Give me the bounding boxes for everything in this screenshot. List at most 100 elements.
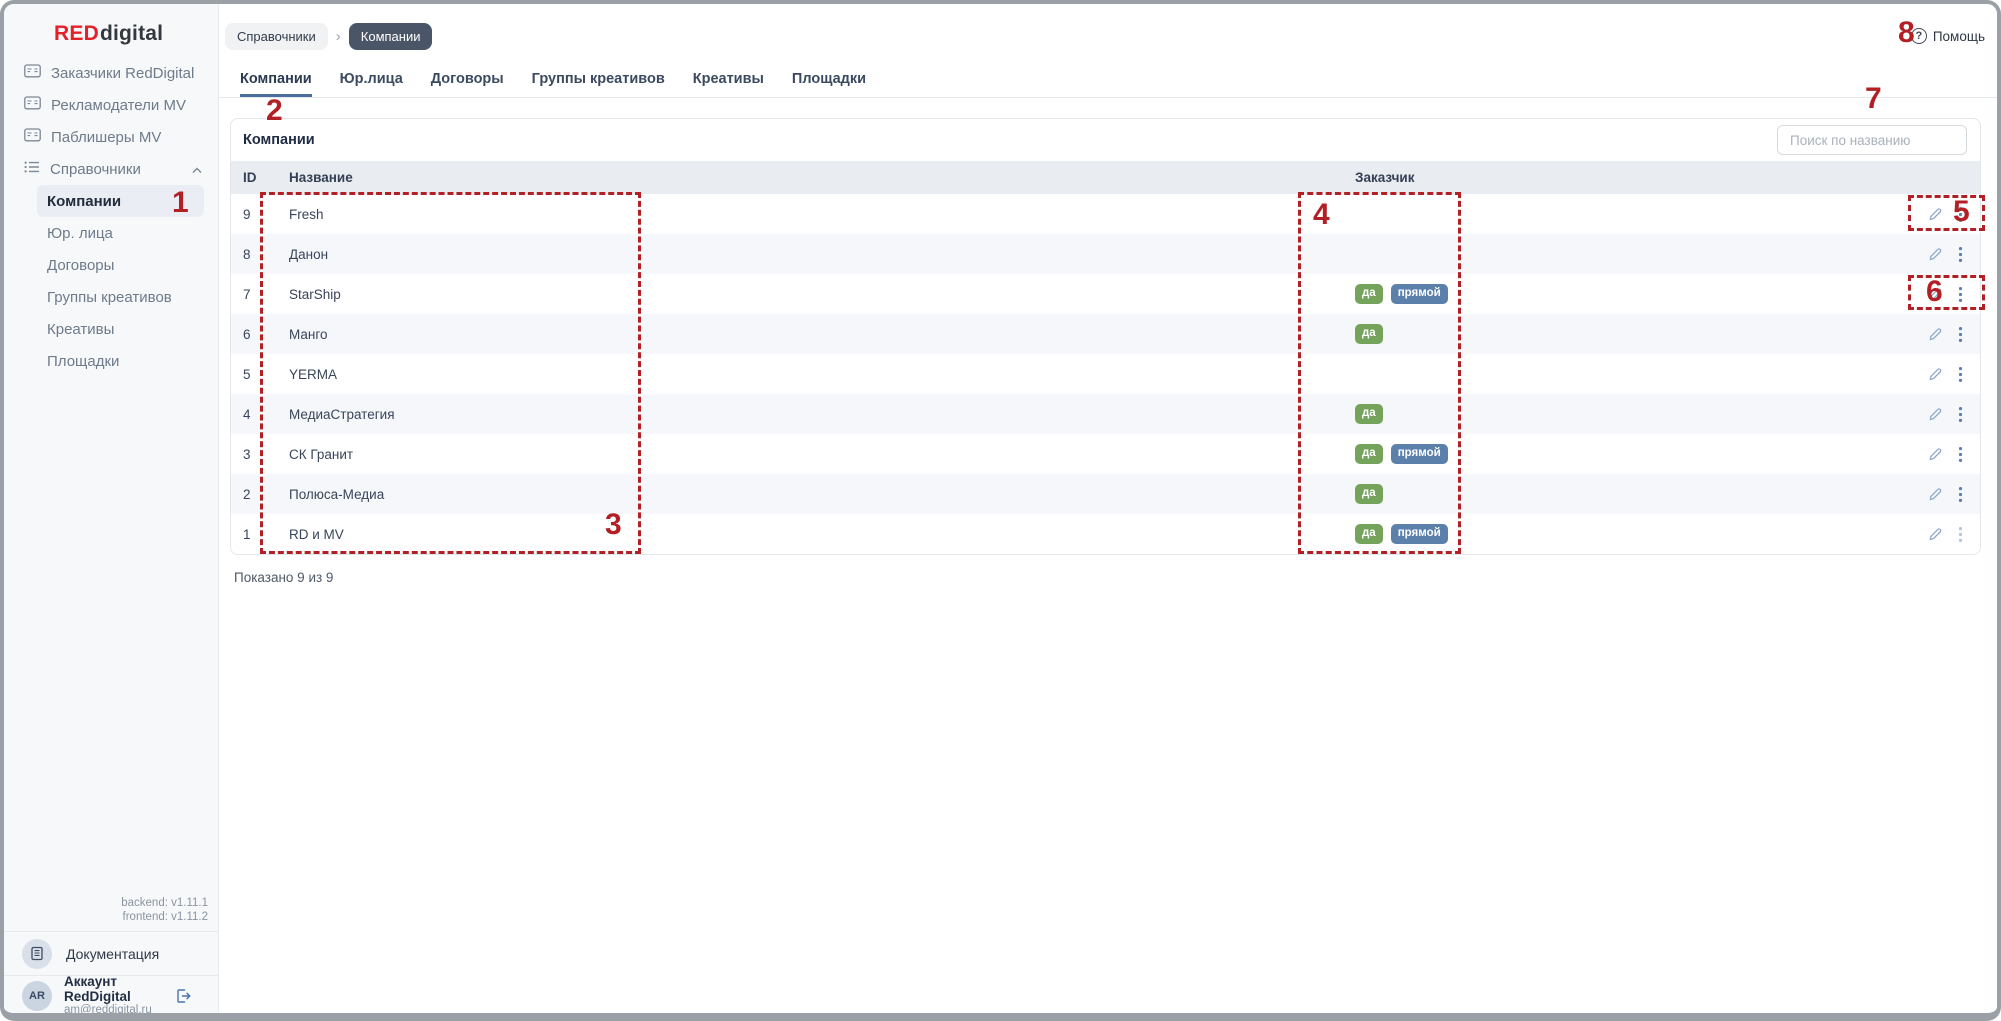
table-row: 1 RD и MV да прямой <box>231 514 1980 554</box>
row-actions <box>1927 446 1980 463</box>
tab-gruppy-kreativov[interactable]: Группы креативов <box>532 64 665 97</box>
badge-yes: да <box>1355 524 1383 544</box>
breadcrumb-spravochniki[interactable]: Справочники <box>225 22 328 50</box>
row-name: RD и MV <box>289 526 344 542</box>
badge-yes: да <box>1355 404 1383 424</box>
row-menu-icon[interactable] <box>1958 286 1963 303</box>
tab-ploshchadki[interactable]: Площадки <box>792 64 866 97</box>
sidebar-item-label: Площадки <box>47 352 120 370</box>
row-menu-icon[interactable] <box>1958 246 1963 263</box>
list-icon <box>24 160 40 178</box>
badge-yes: да <box>1355 284 1383 304</box>
logo-red: RED <box>54 22 99 45</box>
row-name: МедиаСтратегия <box>289 406 395 422</box>
table-header: ID Название Заказчик <box>231 161 1980 194</box>
table-row: 6 Манго да <box>231 314 1980 354</box>
sidebar: REDdigital Заказчики RedDigital Рекламод… <box>4 4 219 1013</box>
backend-version: backend: v1.11.1 <box>121 897 208 909</box>
tab-kompanii[interactable]: Компании <box>240 64 312 97</box>
sidebar-item-kreativy[interactable]: Креативы <box>4 313 218 345</box>
row-id: 2 <box>243 486 251 502</box>
table-row: 3 СК Гранит да прямой <box>231 434 1980 474</box>
breadcrumb-kompanii[interactable]: Компании <box>348 22 433 50</box>
logo: REDdigital <box>54 22 163 46</box>
row-actions <box>1927 246 1980 263</box>
logout-icon[interactable] <box>175 988 192 1004</box>
logo-digital: digital <box>99 22 164 45</box>
topbar: Справочники Компании Помощь <box>225 22 1985 50</box>
sidebar-item-ploshchadki[interactable]: Площадки <box>4 345 218 377</box>
edit-icon[interactable] <box>1927 486 1943 502</box>
sidebar-item-label: Заказчики RedDigital <box>51 64 195 82</box>
row-menu-icon[interactable] <box>1958 446 1963 463</box>
sidebar-item-label: Справочники <box>50 160 141 178</box>
account-name: Аккаунт RedDigital <box>64 974 131 1004</box>
row-actions <box>1927 486 1980 503</box>
sidebar-item-gruppy-kreativov[interactable]: Группы креативов <box>4 281 218 313</box>
table-row: 8 Данон <box>231 234 1980 274</box>
row-actions <box>1927 206 1980 223</box>
row-id: 5 <box>243 366 251 382</box>
sidebar-item-dogovory[interactable]: Договоры <box>4 249 218 281</box>
documentation-link[interactable]: Документация <box>4 931 218 975</box>
row-id: 7 <box>243 286 251 302</box>
breadcrumb-chevron-icon <box>336 28 341 45</box>
document-icon <box>22 938 52 969</box>
row-id: 6 <box>243 326 251 342</box>
edit-icon[interactable] <box>1927 406 1943 422</box>
sidebar-item-pablishery[interactable]: Паблишеры MV <box>4 121 218 153</box>
search-input[interactable] <box>1777 125 1967 155</box>
column-header-name: Название <box>289 170 353 185</box>
row-name: Fresh <box>289 206 324 222</box>
sidebar-item-spravochniki[interactable]: Справочники <box>4 153 218 185</box>
row-id: 3 <box>243 446 251 462</box>
row-name: StarShip <box>289 286 341 302</box>
edit-icon[interactable] <box>1927 526 1943 542</box>
column-header-customer: Заказчик <box>1355 170 1415 185</box>
tab-dogovory[interactable]: Договоры <box>431 64 504 97</box>
table-row: 9 Fresh <box>231 194 1980 234</box>
sidebar-item-yur-lica[interactable]: Юр. лица <box>4 217 218 249</box>
breadcrumb-label: Справочники <box>237 28 316 44</box>
row-menu-icon[interactable] <box>1958 486 1963 503</box>
help-button[interactable]: Помощь <box>1910 28 1985 44</box>
edit-icon[interactable] <box>1927 206 1943 222</box>
row-customer-badges: да <box>1355 324 1927 344</box>
edit-icon[interactable] <box>1927 286 1943 302</box>
table-row: 7 StarShip да прямой <box>231 274 1980 314</box>
row-actions <box>1927 286 1980 303</box>
edit-icon[interactable] <box>1927 246 1943 262</box>
row-menu-icon[interactable] <box>1958 366 1963 383</box>
account-email: am@reddigital.ru <box>64 1004 152 1016</box>
row-menu-icon[interactable] <box>1958 526 1963 543</box>
sidebar-item-label: Компании <box>47 192 122 210</box>
row-name: СК Гранит <box>289 446 354 462</box>
edit-icon[interactable] <box>1927 366 1943 382</box>
row-menu-icon[interactable] <box>1958 326 1963 343</box>
badge-yes: да <box>1355 484 1383 504</box>
sidebar-item-zakazchiki[interactable]: Заказчики RedDigital <box>4 57 218 89</box>
row-customer-badges: да <box>1355 484 1927 504</box>
account-row[interactable]: AR Аккаунт RedDigital am@reddigital.ru <box>4 974 218 1016</box>
row-name: YERMA <box>289 366 338 382</box>
row-actions <box>1927 326 1980 343</box>
version-info: backend: v1.11.1 frontend: v1.11.2 <box>121 896 208 924</box>
row-menu-icon[interactable] <box>1958 206 1963 223</box>
row-id: 8 <box>243 246 251 262</box>
edit-icon[interactable] <box>1927 326 1943 342</box>
row-customer-badges: да <box>1355 404 1927 424</box>
row-actions <box>1927 366 1980 383</box>
sidebar-item-reklamodateli[interactable]: Рекламодатели MV <box>4 89 218 121</box>
sidebar-item-kompanii[interactable]: Компании <box>37 185 204 217</box>
sidebar-item-label: Паблишеры MV <box>51 128 162 146</box>
row-name: Полюса-Медиа <box>289 486 385 502</box>
tab-yur-lica[interactable]: Юр.лица <box>340 64 403 97</box>
app-window: REDdigital Заказчики RedDigital Рекламод… <box>0 0 2001 1021</box>
row-name: Манго <box>289 326 328 342</box>
main-content: Справочники Компании Помощь Компании Юр.… <box>219 4 1997 1013</box>
sidebar-nav: Заказчики RedDigital Рекламодатели MV Па… <box>4 57 218 377</box>
tab-kreativy[interactable]: Креативы <box>693 64 764 97</box>
edit-icon[interactable] <box>1927 446 1943 462</box>
help-label: Помощь <box>1932 28 1985 44</box>
row-menu-icon[interactable] <box>1958 406 1963 423</box>
